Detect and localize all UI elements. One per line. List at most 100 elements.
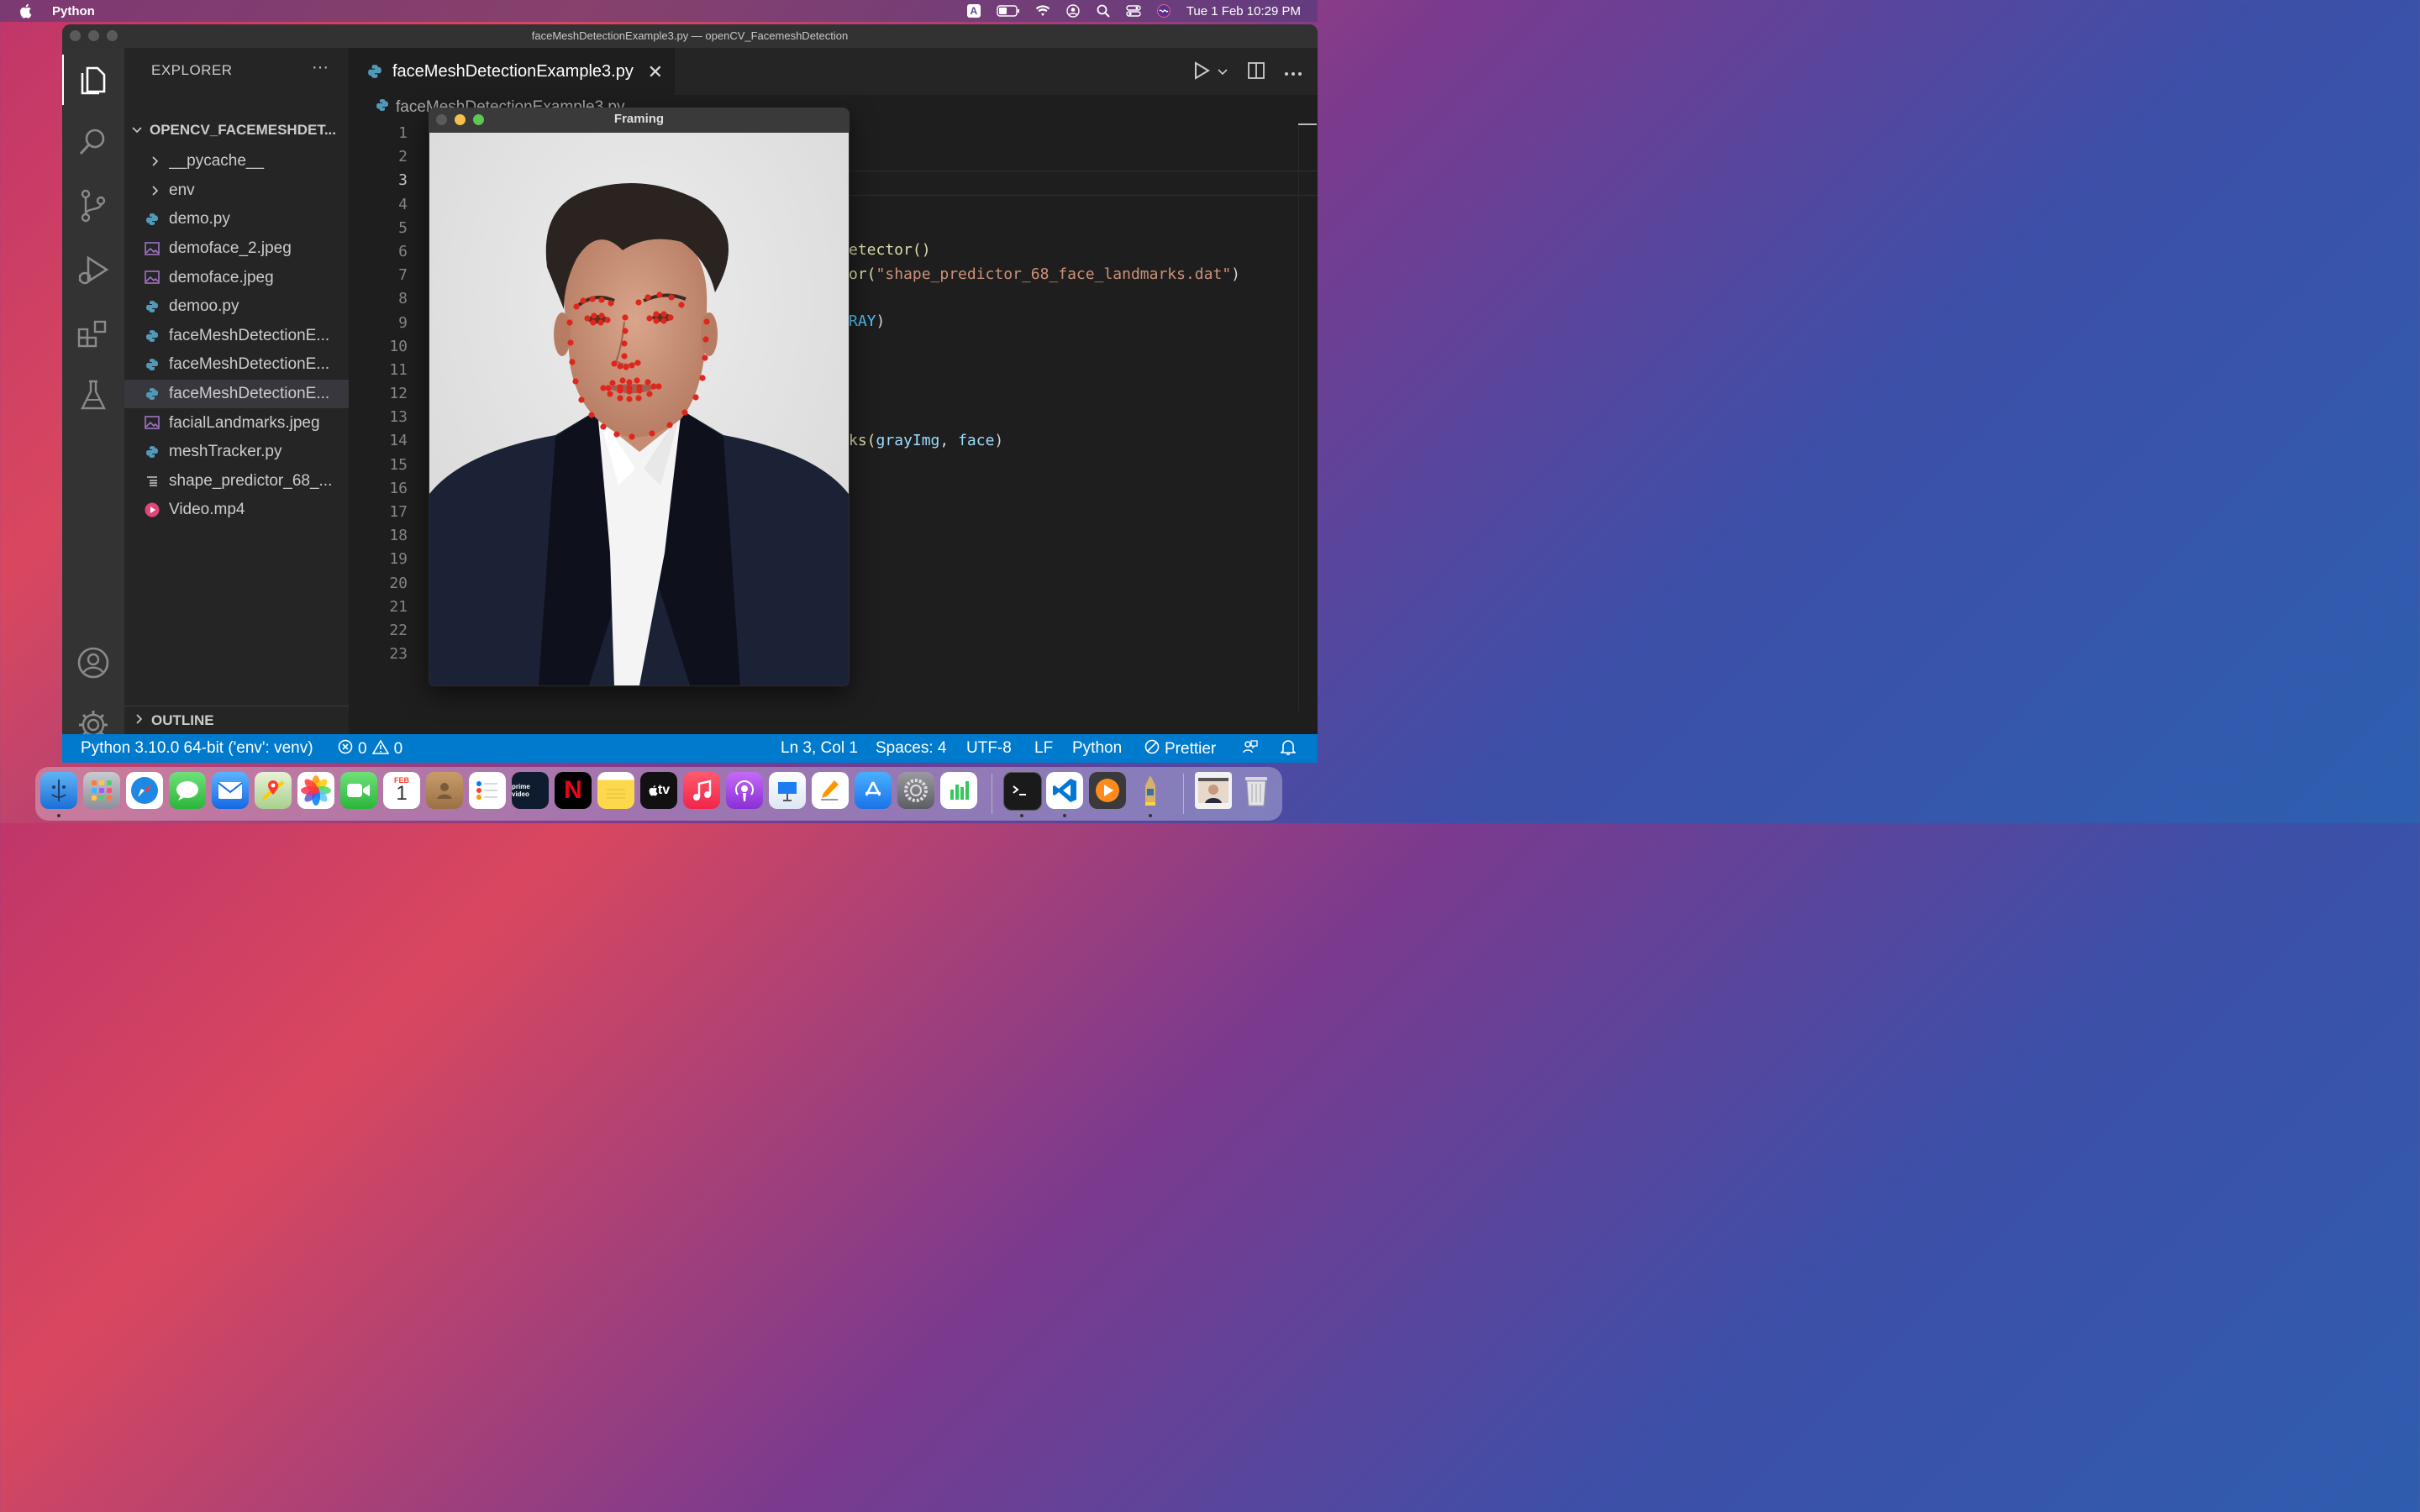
prettier-status[interactable]: Prettier — [1144, 739, 1216, 759]
vscode-icon[interactable] — [1046, 772, 1083, 809]
notifications-bell-icon[interactable] — [1281, 739, 1296, 756]
workspace-folder[interactable]: OPENCV_FACEMESHDET... — [131, 122, 336, 139]
feedback-icon[interactable] — [1242, 739, 1259, 756]
explorer-header: EXPLORER — [151, 62, 233, 78]
terminal-icon[interactable] — [1003, 772, 1042, 811]
image-icon — [145, 241, 160, 256]
prime-video-icon[interactable]: prime video — [512, 772, 549, 809]
run-debug-icon[interactable] — [62, 244, 124, 295]
tree-item-pycache[interactable]: __pycache__ — [124, 147, 349, 176]
explorer-more-actions[interactable]: ··· — [312, 58, 329, 77]
outline-section[interactable]: OUTLINE — [124, 706, 349, 735]
trash-icon[interactable] — [1238, 772, 1275, 809]
code-token: ) — [994, 432, 1004, 449]
tree-item-faciallandmarks-jpeg[interactable]: facialLandmarks.jpeg — [124, 408, 349, 438]
end-of-line[interactable]: LF — [1034, 739, 1053, 758]
tree-item-video-mp4[interactable]: Video.mp4 — [124, 496, 349, 525]
numbers-icon[interactable] — [940, 772, 977, 809]
minimize-window-button[interactable] — [88, 30, 99, 41]
mail-icon[interactable] — [212, 772, 249, 809]
tree-item-facemesh-2[interactable]: faceMeshDetectionE... — [124, 350, 349, 380]
podcasts-icon[interactable] — [726, 772, 763, 809]
downloads-stack-icon[interactable] — [1195, 772, 1232, 809]
chevron-down-icon — [132, 127, 142, 134]
photos-icon[interactable] — [297, 772, 334, 809]
code-line-9[interactable]: RAY) — [849, 312, 885, 330]
contacts-icon[interactable] — [426, 772, 463, 809]
encoding[interactable]: UTF-8 — [966, 739, 1012, 758]
facetime-icon[interactable] — [340, 772, 377, 809]
language-mode[interactable]: Python — [1072, 739, 1122, 758]
wifi-icon[interactable] — [1035, 3, 1050, 18]
system-preferences-icon[interactable] — [897, 772, 934, 809]
siri-icon[interactable] — [1156, 3, 1171, 18]
netflix-icon[interactable]: N — [555, 772, 592, 809]
tree-item-facemesh-3[interactable]: faceMeshDetectionE... — [124, 379, 349, 409]
more-actions-icon[interactable] — [1284, 66, 1302, 81]
source-control-icon[interactable] — [62, 181, 124, 231]
infuse-player-icon[interactable] — [1089, 772, 1126, 809]
cursor-position[interactable]: Ln 3, Col 1 — [781, 739, 858, 758]
line-number: 16 — [389, 479, 408, 497]
indentation[interactable]: Spaces: 4 — [876, 739, 947, 758]
menu-app-name[interactable]: Python — [52, 4, 95, 18]
framing-zoom-button[interactable] — [473, 114, 484, 125]
tab-facemesh-example3[interactable]: faceMeshDetectionExample3.py ✕ — [349, 48, 675, 95]
battery-icon[interactable] — [997, 3, 1020, 18]
framing-window[interactable]: Framing — [429, 108, 850, 686]
search-icon[interactable] — [62, 117, 124, 167]
notes-icon[interactable] — [597, 772, 634, 809]
safari-icon[interactable] — [126, 772, 163, 809]
input-source-icon[interactable]: A — [966, 3, 981, 18]
messages-icon[interactable] — [169, 772, 206, 809]
code-line-6[interactable]: etector() — [849, 241, 931, 259]
run-options-chevron-icon[interactable] — [1217, 66, 1228, 81]
apple-tv-icon[interactable]: tv — [640, 772, 677, 809]
tree-item-demo-py[interactable]: demo.py — [124, 205, 349, 234]
tree-item-demoface-jpeg[interactable]: demoface.jpeg — [124, 263, 349, 292]
spotlight-search-icon[interactable] — [1096, 3, 1111, 18]
pages-icon[interactable] — [812, 772, 849, 809]
extensions-icon[interactable] — [62, 308, 124, 359]
explorer-icon[interactable] — [62, 55, 124, 105]
problems-indicator[interactable]: 0 0 — [338, 739, 402, 759]
split-editor-icon[interactable] — [1247, 61, 1265, 84]
tree-item-env[interactable]: env — [124, 176, 349, 206]
testing-flask-icon[interactable] — [62, 370, 124, 421]
keynote-icon[interactable] — [769, 772, 806, 809]
python-icon — [376, 98, 389, 117]
run-python-file-icon[interactable] — [1193, 61, 1210, 84]
finder-icon[interactable] — [40, 772, 77, 809]
close-tab-icon[interactable]: ✕ — [648, 61, 663, 83]
launchpad-icon[interactable] — [83, 772, 120, 809]
code-line-7[interactable]: or("shape_predictor_68_face_landmarks.da… — [849, 265, 1240, 283]
code-line-14[interactable]: ks(grayImg, face) — [849, 432, 1003, 449]
calendar-icon[interactable]: FEB 1 — [383, 772, 420, 809]
maps-icon[interactable] — [255, 772, 292, 809]
apple-menu-icon[interactable] — [18, 3, 34, 18]
music-icon[interactable] — [683, 772, 720, 809]
user-account-icon[interactable] — [1065, 3, 1081, 18]
zoom-window-button[interactable] — [107, 30, 118, 41]
menu-clock[interactable]: Tue 1 Feb 10:29 PM — [1186, 4, 1301, 18]
framing-close-button[interactable] — [436, 114, 447, 125]
accounts-icon[interactable] — [62, 638, 124, 688]
close-window-button[interactable] — [70, 30, 81, 41]
tree-item-facemesh-1[interactable]: faceMeshDetectionE... — [124, 322, 349, 351]
python-launcher-icon[interactable] — [1132, 772, 1169, 809]
line-number: 10 — [389, 337, 408, 355]
tree-item-meshtracker-py[interactable]: meshTracker.py — [124, 438, 349, 467]
app-store-icon[interactable] — [855, 772, 892, 809]
reminders-icon[interactable] — [469, 772, 506, 809]
current-line-highlight — [849, 171, 1318, 196]
python-interpreter[interactable]: Python 3.10.0 64-bit ('env': venv) — [81, 739, 313, 758]
dock: FEB 1 prime video N tv — [35, 767, 1282, 821]
scrollbar-cursor-marker[interactable] — [1298, 123, 1317, 125]
tree-item-demoface2-jpeg[interactable]: demoface_2.jpeg — [124, 234, 349, 264]
framing-titlebar[interactable]: Framing — [429, 108, 850, 133]
tree-item-shape-predictor[interactable]: shape_predictor_68_... — [124, 467, 349, 496]
control-center-icon[interactable] — [1126, 3, 1141, 18]
tree-item-demoo-py[interactable]: demoo.py — [124, 292, 349, 322]
line-number: 1 — [398, 124, 408, 142]
framing-minimize-button[interactable] — [455, 114, 466, 125]
